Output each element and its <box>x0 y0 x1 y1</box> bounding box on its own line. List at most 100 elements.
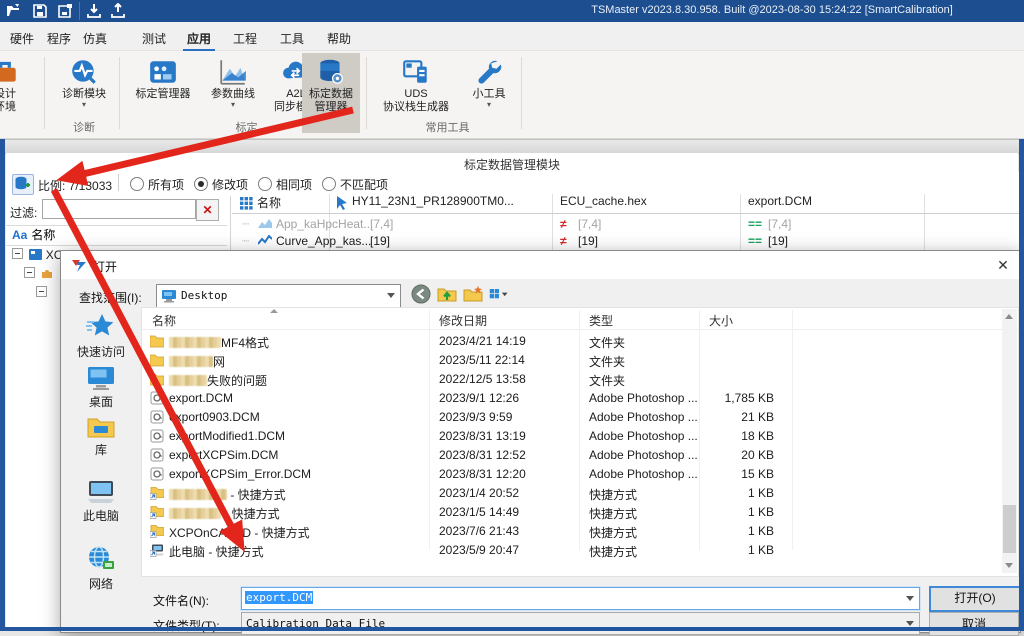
chevron-down-icon <box>387 293 395 298</box>
tree-header[interactable]: Aa名称 <box>6 225 227 246</box>
filetype-combobox[interactable]: Calibration Data File <box>241 612 920 635</box>
menu-simulation[interactable]: 仿真 <box>79 28 111 49</box>
file-row[interactable]: 此电脑 - 快捷方式 2023/5/9 20:47快捷方式1 KB <box>142 541 997 560</box>
radio-icon <box>322 177 336 191</box>
scroll-up-icon[interactable] <box>1005 314 1013 319</box>
design-env-icon <box>0 57 20 87</box>
column-type[interactable]: 类型 <box>589 312 613 329</box>
sidebar-item-network[interactable]: 网络 <box>63 545 139 592</box>
column-name[interactable]: 名称 <box>152 312 176 329</box>
filename-value: export.DCM <box>245 591 313 604</box>
dialog-titlebar[interactable]: 打开 ✕ <box>61 251 1020 279</box>
dcm-file-icon <box>150 448 164 462</box>
window-border-left <box>0 139 5 631</box>
open-file-icon[interactable] <box>6 3 22 19</box>
window-border-right <box>1019 139 1024 631</box>
parameter-curve-icon <box>218 57 248 87</box>
header-divider <box>232 213 1019 214</box>
database-add-icon <box>13 175 31 192</box>
save-as-icon[interactable] <box>57 3 73 19</box>
file-row[interactable]: 失败的问题 2022/12/5 13:58文件夹 <box>142 370 997 389</box>
redacted-text <box>169 489 227 500</box>
chevron-down-icon <box>906 596 914 601</box>
radio-all-items[interactable]: 所有项 <box>130 176 184 193</box>
menu-test[interactable]: 测试 <box>138 28 170 49</box>
line-chart-icon <box>258 235 272 246</box>
scroll-down-icon[interactable] <box>1005 563 1013 568</box>
sidebar-item-quick-access[interactable]: 快速访问 <box>63 313 139 360</box>
file-row[interactable]: XCPOnCANFD - 快捷方式 2023/7/6 21:43快捷方式1 KB <box>142 522 997 541</box>
ribbon: 设计 环境 诊断模块 ▾ 标定管理器 参数曲线 ▾ A2L 同步模块 标定数据 … <box>0 51 1024 139</box>
expand-icon[interactable] <box>24 267 35 278</box>
sidebar-item-desktop[interactable]: 桌面 <box>63 365 139 410</box>
import-icon[interactable] <box>86 3 102 19</box>
module-toolbar: 比例: 7/13033 所有项 修改项 相同项 不匹配项 <box>6 172 1019 194</box>
dcm-file-icon <box>150 410 164 424</box>
close-icon[interactable]: ✕ <box>994 256 1012 274</box>
quick-access-icon <box>86 313 116 341</box>
menu-hardware[interactable]: 硬件 <box>6 28 38 49</box>
menu-tools[interactable]: 工具 <box>276 28 308 49</box>
compare-ratio: 比例: 7/13033 <box>38 177 112 194</box>
ribbon-separator <box>366 57 367 129</box>
column-ecu-cache[interactable]: ECU_cache.hex <box>560 194 647 212</box>
filter-clear-button[interactable]: ✕ <box>196 199 219 221</box>
window-title: TSMaster v2023.8.30.958. Built @2023-08-… <box>520 4 1024 16</box>
sidebar-item-libraries[interactable]: 库 <box>63 415 139 458</box>
filter-input[interactable] <box>42 199 196 219</box>
radio-identical-items[interactable]: 相同项 <box>258 176 312 193</box>
file-row[interactable]: export0903.DCM 2023/9/3 9:59Adobe Photos… <box>142 408 997 427</box>
open-button[interactable]: 打开(O) <box>929 586 1021 612</box>
file-row[interactable]: - 快捷方式 2023/1/5 14:49快捷方式1 KB <box>142 503 997 522</box>
column-export-dcm[interactable]: export.DCM <box>748 194 812 212</box>
file-row[interactable]: exportXCPSim.DCM 2023/8/31 12:52Adobe Ph… <box>142 446 997 465</box>
ribbon-separator <box>44 57 45 129</box>
column-modified[interactable]: 修改日期 <box>439 312 487 329</box>
calibration-database-icon <box>316 57 346 87</box>
look-in-combobox[interactable]: Desktop <box>156 284 401 308</box>
new-folder-button[interactable] <box>463 284 483 304</box>
vertical-scrollbar[interactable] <box>1002 309 1017 573</box>
expand-icon[interactable] <box>36 286 47 297</box>
column-size[interactable]: 大小 <box>709 312 733 329</box>
desktop-icon <box>86 365 116 391</box>
file-row[interactable]: exportModified1.DCM 2023/8/31 13:19Adobe… <box>142 427 997 446</box>
up-one-level-button[interactable] <box>437 284 457 304</box>
back-button[interactable] <box>411 284 431 304</box>
dcm-file-icon <box>150 429 164 443</box>
radio-modified-items[interactable]: 修改项 <box>194 176 248 193</box>
redacted-text <box>169 375 207 386</box>
this-pc-icon <box>86 479 116 505</box>
file-list-header: 名称 修改日期 类型 大小 <box>142 308 1018 330</box>
file-row[interactable]: MF4格式 2023/4/21 14:19文件夹 <box>142 332 997 351</box>
file-row[interactable]: - 快捷方式 2023/1/4 20:52快捷方式1 KB <box>142 484 997 503</box>
menu-project[interactable]: 工程 <box>229 28 261 49</box>
shortcut-folder-icon <box>150 486 164 500</box>
sidebar-item-this-pc[interactable]: 此电脑 <box>63 479 139 524</box>
filename-input[interactable]: export.DCM <box>241 587 920 610</box>
save-icon[interactable] <box>32 3 48 19</box>
load-data-file-button[interactable] <box>12 174 34 195</box>
ribbon-design-env-button[interactable]: 设计 环境 <box>0 53 36 133</box>
look-in-value: Desktop <box>181 289 227 302</box>
dropdown-caret-icon: ▾ <box>203 101 263 109</box>
view-menu-button[interactable] <box>489 284 509 304</box>
titlebar: TSMaster v2023.8.30.958. Built @2023-08-… <box>0 0 1024 22</box>
radio-mismatched-items[interactable]: 不匹配项 <box>322 176 388 193</box>
redacted-text <box>169 337 221 348</box>
scrollbar-thumb[interactable] <box>1003 505 1016 553</box>
file-row[interactable]: 网 2023/5/11 22:14文件夹 <box>142 351 997 370</box>
dropdown-caret-icon: ▾ <box>462 101 516 109</box>
file-row[interactable]: export.DCM 2023/9/1 12:26Adobe Photoshop… <box>142 389 997 408</box>
column-reference-file[interactable]: HY11_23N1_PR128900TM0... <box>352 194 514 212</box>
ribbon-separator <box>521 57 522 129</box>
export-icon[interactable] <box>110 3 126 19</box>
menu-help[interactable]: 帮助 <box>323 28 355 49</box>
cancel-button[interactable]: 取消 <box>929 612 1019 636</box>
expand-icon[interactable] <box>12 248 23 259</box>
area-chart-icon <box>258 218 272 229</box>
column-name[interactable]: 名称 <box>257 194 281 212</box>
menu-program[interactable]: 程序 <box>43 28 75 49</box>
menu-application[interactable]: 应用 <box>183 28 215 51</box>
file-row[interactable]: exportXCPSim_Error.DCM 2023/8/31 12:20Ad… <box>142 465 997 484</box>
